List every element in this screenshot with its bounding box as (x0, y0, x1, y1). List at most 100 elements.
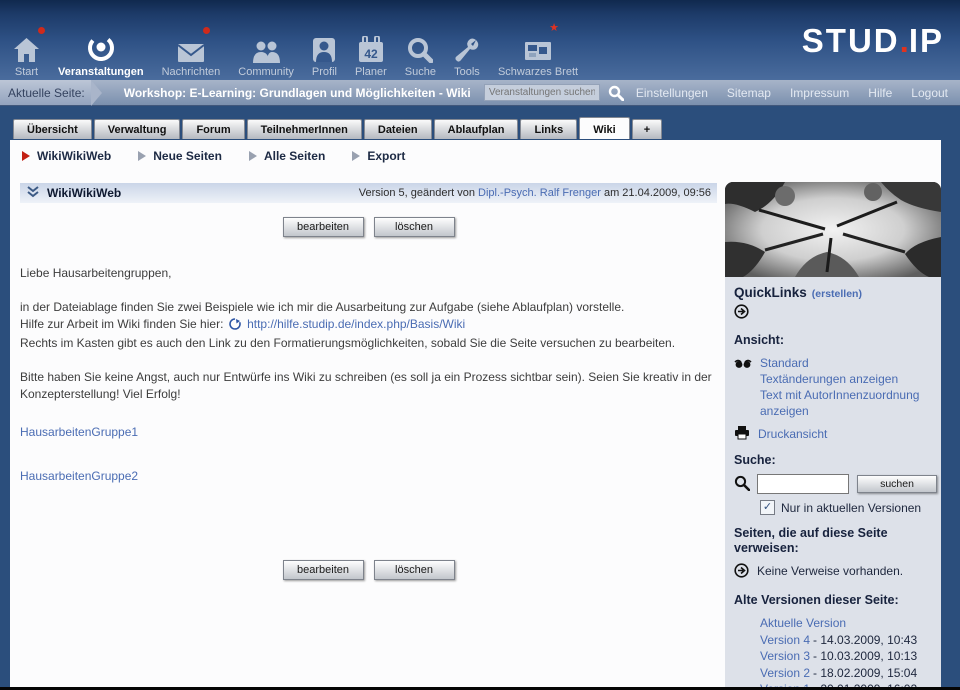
svg-text:42: 42 (364, 47, 378, 61)
nav-item-community[interactable]: Community (229, 29, 303, 78)
link-aktuelle-version[interactable]: Aktuelle Version (760, 615, 933, 632)
edit-button[interactable]: bearbeiten (283, 560, 364, 580)
tab-add[interactable]: + (632, 119, 662, 139)
tab-links[interactable]: Links (520, 119, 577, 139)
link-textaenderungen[interactable]: Textänderungen anzeigen (760, 371, 933, 387)
version-list: Aktuelle Version Version 4- 14.03.2009, … (734, 615, 933, 690)
paragraph-line: Hilfe zur Arbeit im Wiki finden Sie hier… (20, 316, 717, 335)
subnav-label: Alle Seiten (264, 149, 325, 163)
delete-button[interactable]: löschen (374, 560, 455, 580)
druckansicht-row: Druckansicht (734, 426, 933, 444)
link-version-3[interactable]: Version 3 (760, 649, 810, 663)
studip-wiki-page: Start Veranstaltungen Nachrichten (0, 0, 960, 690)
tab-ablaufplan[interactable]: Ablaufplan (434, 119, 519, 139)
chevron-double-down-icon[interactable] (26, 185, 40, 201)
wiki-page-link-gruppe2[interactable]: HausarbeitenGruppe2 (20, 468, 717, 485)
nav-item-planer[interactable]: 42 Planer (346, 29, 396, 78)
logo-dot: . (900, 22, 909, 59)
link-version-4[interactable]: Version 4 (760, 633, 810, 647)
paragraph-1: in der Dateiablage finden Sie zwei Beisp… (20, 299, 717, 352)
link-sitemap[interactable]: Sitemap (727, 86, 771, 100)
subnav-label: Neue Seiten (153, 149, 222, 163)
tab-dateien[interactable]: Dateien (364, 119, 432, 139)
link-standard[interactable]: Standard (760, 355, 933, 371)
nav-item-tools[interactable]: Tools (445, 29, 489, 78)
wiki-page-link-gruppe1[interactable]: HausarbeitenGruppe1 (20, 424, 717, 441)
eye-icon (734, 357, 752, 373)
wiki-page-header: WikiWikiWeb Version 5, geändert von Dipl… (20, 183, 717, 203)
author-link[interactable]: Dipl.-Psych. Ralf Frenger (478, 187, 601, 199)
course-search-input[interactable] (484, 84, 600, 101)
suche-heading: Suche: (734, 453, 933, 468)
subnav-export[interactable]: Export (352, 149, 405, 163)
bottom-button-row: bearbeiten löschen (20, 560, 717, 580)
link-autorinnenzuordnung[interactable]: Text mit AutorInnenzuordnung anzeigen (760, 387, 933, 419)
nav-item-profil[interactable]: Profil (303, 29, 346, 78)
wiki-subnav: WikiWikiWeb Neue Seiten Alle Seiten Expo… (22, 149, 405, 163)
printer-icon (734, 426, 750, 444)
verweise-empty-text: Keine Verweise vorhanden. (757, 563, 903, 579)
link-logout[interactable]: Logout (911, 86, 948, 100)
course-tabs: Übersicht Verwaltung Forum TeilnehmerInn… (13, 117, 664, 139)
version-row: Version 4- 14.03.2009, 10:43 (760, 632, 933, 649)
delete-button[interactable]: löschen (374, 217, 455, 237)
breadcrumb: Workshop: E-Learning: Grundlagen und Mög… (124, 86, 471, 100)
current-versions-checkbox[interactable]: ✓ (760, 500, 775, 515)
utility-links: Einstellungen Sitemap Impressum Hilfe Lo… (636, 86, 948, 100)
nav-item-veranstaltungen[interactable]: Veranstaltungen (49, 29, 153, 78)
tab-verwaltung[interactable]: Verwaltung (94, 119, 181, 139)
tab-uebersicht[interactable]: Übersicht (13, 119, 92, 139)
version-row: Version 3- 10.03.2009, 10:13 (760, 648, 933, 665)
quicklinks-title: QuickLinks (734, 285, 807, 300)
nav-label: Veranstaltungen (58, 66, 144, 78)
tab-forum[interactable]: Forum (182, 119, 244, 139)
quicklinks-header: QuickLinks (erstellen) (734, 285, 933, 300)
wiki-sidebar: QuickLinks (erstellen) Ansicht: Standard (725, 182, 941, 687)
version-row: Version 2- 18.02.2009, 15:04 (760, 665, 933, 682)
tab-wiki[interactable]: Wiki (579, 117, 630, 139)
ansicht-links: Standard Textänderungen anzeigen Text mi… (760, 355, 933, 419)
versionen-heading: Alte Versionen dieser Seite: (734, 593, 933, 608)
arrow-right-icon (22, 151, 30, 161)
quicklinks-create-link[interactable]: (erstellen) (812, 288, 862, 300)
version-suffix: am 21.04.2009, 09:56 (604, 187, 711, 199)
wrench-icon (454, 29, 480, 63)
nav-item-schwarzes-brett[interactable]: ★ Schwarzes Brett (489, 29, 587, 78)
tab-teilnehmerinnen[interactable]: TeilnehmerInnen (247, 119, 362, 139)
link-hilfe[interactable]: Hilfe (868, 86, 892, 100)
nav-item-suche[interactable]: Suche (396, 29, 445, 78)
version-filter-row: ✓ Nur in aktuellen Versionen (734, 500, 933, 515)
link-version-2[interactable]: Version 2 (760, 666, 810, 680)
search-submit-icon[interactable] (608, 85, 624, 101)
nav-item-nachrichten[interactable]: Nachrichten (153, 29, 230, 78)
link-impressum[interactable]: Impressum (790, 86, 849, 100)
link-druckansicht[interactable]: Druckansicht (758, 426, 827, 442)
nav-label: Suche (405, 66, 436, 78)
checkbox-label: Nur in aktuellen Versionen (781, 501, 921, 515)
link-intro-text: Hilfe zur Arbeit im Wiki finden Sie hier… (20, 317, 223, 331)
wiki-search-button[interactable]: suchen (857, 475, 937, 493)
greeting-text: Liebe Hausarbeitengruppen, (20, 265, 717, 282)
nav-label: Tools (454, 66, 480, 78)
nav-item-start[interactable]: Start (4, 29, 49, 78)
wiki-search-input[interactable] (757, 474, 849, 494)
page-frame: Übersicht Verwaltung Forum TeilnehmerInn… (0, 106, 960, 690)
verweise-heading: Seiten, die auf diese Seite verweisen: (734, 526, 933, 556)
logo-text: IP (909, 22, 944, 59)
ansicht-heading: Ansicht: (734, 333, 933, 348)
main-nav: Start Veranstaltungen Nachrichten (4, 29, 587, 78)
link-einstellungen[interactable]: Einstellungen (636, 86, 708, 100)
group-work-photo (725, 182, 941, 277)
help-url-link[interactable]: http://hilfe.studip.de/index.php/Basis/W… (247, 317, 465, 331)
nav-label: Nachrichten (162, 66, 221, 78)
edit-button[interactable]: bearbeiten (283, 217, 364, 237)
subnav-neue-seiten[interactable]: Neue Seiten (138, 149, 222, 163)
board-icon: ★ (524, 29, 552, 63)
subnav-wikiwikiweb[interactable]: WikiWikiWeb (22, 149, 111, 163)
nav-label: Schwarzes Brett (498, 66, 578, 78)
external-link-globe-icon (229, 318, 241, 335)
subnav-alle-seiten[interactable]: Alle Seiten (249, 149, 325, 163)
circle-arrow-icon (734, 563, 749, 582)
arrow-right-icon (138, 151, 146, 161)
version-date: - 10.03.2009, 10:13 (813, 649, 917, 663)
